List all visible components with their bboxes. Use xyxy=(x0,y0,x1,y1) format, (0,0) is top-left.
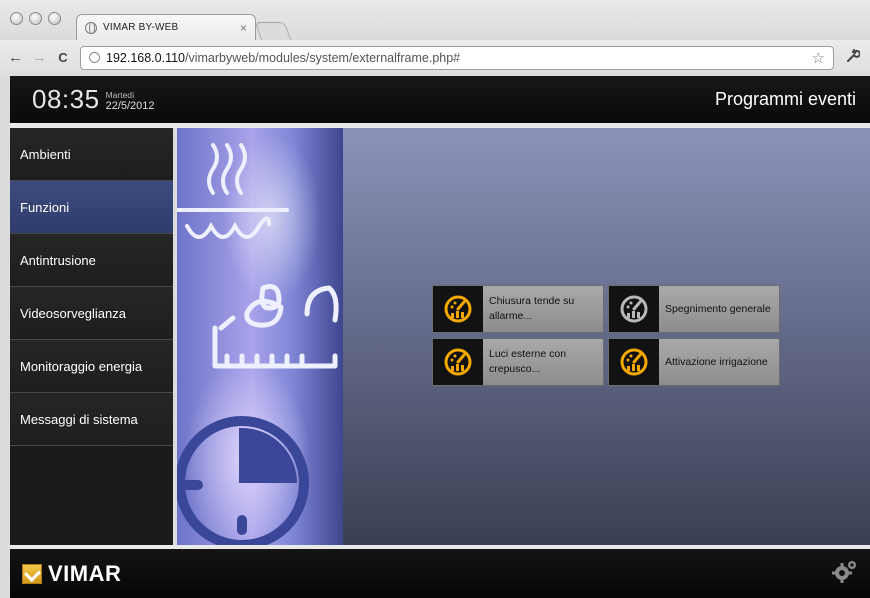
program-tile-attivazione-irrigazione[interactable]: Attivazione irrigazione xyxy=(608,338,780,386)
window-controls xyxy=(10,12,61,25)
browser-toolbar: ← → C 192.168.0.110/vimarbyweb/modules/s… xyxy=(0,40,870,75)
reload-button[interactable]: C xyxy=(56,50,70,65)
minimize-window-button[interactable] xyxy=(29,12,42,25)
sidebar-item-label: Antintrusione xyxy=(20,252,96,268)
garden-icon xyxy=(212,284,339,369)
globe-icon xyxy=(85,21,97,34)
url-path: /vimarbyweb/modules/system/externalframe… xyxy=(185,50,461,65)
wrench-icon[interactable] xyxy=(844,49,862,66)
url-host: 192.168.0.110 xyxy=(106,50,186,65)
day-name: Martedì xyxy=(105,89,135,100)
date-value: 22/5/2012 xyxy=(105,99,155,112)
program-label: Luci esterne con crepusco... xyxy=(489,348,567,375)
sidebar-nav: Ambienti Funzioni Antintrusione Videosor… xyxy=(10,128,173,545)
tab-close-button[interactable]: × xyxy=(240,21,247,35)
clock-time: 08:35 xyxy=(32,84,100,114)
app-header: 08:35 Martedì 22/5/2012 Programmi eventi xyxy=(10,76,870,123)
event-program-icon-inactive xyxy=(609,286,659,332)
sidebar-item-label: Ambienti xyxy=(20,146,71,162)
back-button[interactable]: ← xyxy=(8,49,23,66)
timer-clock-icon xyxy=(177,416,309,545)
browser-tab[interactable]: VIMAR BY-WEB × xyxy=(76,14,256,40)
sidebar-item-label: Messaggi di sistema xyxy=(20,411,138,427)
program-tile-spegnimento-generale[interactable]: Spegnimento generale xyxy=(608,285,780,333)
program-label: Spegnimento generale xyxy=(665,302,771,315)
functions-illustration xyxy=(177,128,343,545)
sidebar-item-funzioni[interactable]: Funzioni xyxy=(10,181,173,234)
illustration-graphic xyxy=(177,143,339,545)
tab-title: VIMAR BY-WEB xyxy=(103,22,179,33)
logo-mark-icon xyxy=(22,563,42,584)
date-display: Martedì 22/5/2012 xyxy=(106,90,155,112)
event-program-icon-active xyxy=(433,339,483,385)
app-footer: VIMAR xyxy=(10,549,870,598)
sidebar-item-antintrusione[interactable]: Antintrusione xyxy=(10,234,173,287)
sidebar-item-monitoraggio-energia[interactable]: Monitoraggio energia xyxy=(10,340,173,393)
close-window-button[interactable] xyxy=(10,12,23,25)
page-icon xyxy=(89,52,100,63)
sidebar-item-ambienti[interactable]: Ambienti xyxy=(10,128,173,181)
zoom-window-button[interactable] xyxy=(48,12,61,25)
sidebar-item-label: Monitoraggio energia xyxy=(20,358,143,374)
heating-icon xyxy=(177,143,289,239)
vimar-logo: VIMAR xyxy=(22,561,121,587)
new-tab-button[interactable] xyxy=(254,22,292,40)
program-tile-chiusura-tende[interactable]: Chiusura tende su allarme... xyxy=(432,285,604,333)
event-program-icon-active xyxy=(609,339,659,385)
program-tile-luci-esterne[interactable]: Luci esterne con crepusco... xyxy=(432,338,604,386)
gears-icon[interactable] xyxy=(832,559,858,588)
bookmark-star-icon[interactable]: ☆ xyxy=(812,49,825,67)
event-programs-panel: Chiusura tende su allarme... Spegnimento… xyxy=(343,128,870,545)
sidebar-item-messaggi-di-sistema[interactable]: Messaggi di sistema xyxy=(10,393,173,446)
browser-chrome: VIMAR BY-WEB × ← → C 192.168.0.110/vimar… xyxy=(0,0,870,75)
sidebar-item-label: Funzioni xyxy=(20,199,70,215)
address-bar[interactable]: 192.168.0.110/vimarbyweb/modules/system/… xyxy=(80,45,834,70)
event-program-icon-active xyxy=(433,286,483,332)
brand-name: VIMAR xyxy=(48,560,122,586)
sidebar-item-label: Videosorveglianza xyxy=(20,305,126,321)
program-label: Attivazione irrigazione xyxy=(665,355,768,368)
forward-button[interactable]: → xyxy=(32,49,47,66)
program-label: Chiusura tende su allarme... xyxy=(489,295,575,322)
page-title: Programmi eventi xyxy=(714,89,856,109)
sidebar-item-videosorveglianza[interactable]: Videosorveglianza xyxy=(10,287,173,340)
